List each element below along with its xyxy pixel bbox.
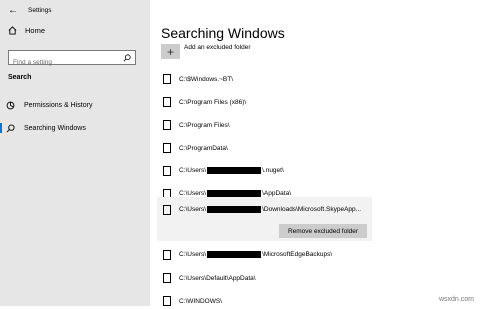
search-icon (6, 123, 18, 133)
folder-path: C:\ProgramData\ (179, 144, 228, 152)
folder-item[interactable]: C:\ProgramData\ (157, 140, 372, 156)
folder-icon (163, 205, 171, 215)
add-excluded-folder[interactable]: + Add an excluded folder (161, 44, 251, 59)
search-icon[interactable] (123, 54, 131, 62)
folder-icon (163, 120, 171, 130)
folder-path: C:\Program Files\ (179, 121, 230, 129)
home-label: Home (25, 26, 46, 35)
sidebar-item-label: Searching Windows (24, 124, 86, 132)
find-setting-search (8, 50, 136, 69)
folder-item[interactable]: C:\Users\ \.nuget\ (157, 163, 372, 179)
sidebar-item-permissions[interactable]: Permissions & History (0, 97, 150, 113)
folder-icon (163, 296, 171, 306)
permissions-icon (6, 101, 18, 110)
home-icon (8, 26, 17, 35)
folder-item[interactable]: C:\Program Files (x86)\ (157, 94, 372, 110)
watermark: wsxdn.com (438, 296, 474, 303)
redaction-bar (207, 251, 262, 259)
redaction-bar (207, 206, 262, 214)
folder-icon (163, 273, 171, 283)
folder-icon (163, 166, 171, 176)
add-excluded-folder-label: Add an excluded folder (184, 44, 251, 51)
home-nav[interactable]: Home (8, 26, 45, 35)
folder-path: C:\Users\ \Downloads\Microsoft.SkypeApp..… (179, 206, 362, 214)
folder-item[interactable]: C:\Program Files\ (157, 117, 372, 133)
folder-path: C:\Program Files (x86)\ (179, 98, 247, 106)
folder-path: C:\Users\Default\AppData\ (179, 274, 256, 282)
title-bar: ← Settings (8, 5, 52, 16)
remove-excluded-folder-button[interactable]: Remove excluded folder (279, 224, 367, 238)
section-title: Search (8, 74, 32, 81)
folder-item[interactable]: C:\$Windows.~BT\ (157, 71, 372, 87)
window-title: Settings (28, 7, 52, 14)
folder-item[interactable]: C:\WINDOWS\ (157, 293, 372, 309)
folder-icon (163, 74, 171, 84)
folder-item[interactable]: C:\Users\ \MicrosoftEdgeBackups\ (157, 247, 372, 263)
find-setting-input[interactable] (9, 56, 123, 69)
sidebar-item-searching-windows[interactable]: Searching Windows (0, 120, 150, 136)
page-title: Searching Windows (161, 25, 285, 41)
folder-path: C:\Users\ \.nuget\ (179, 167, 284, 175)
sidebar-item-label: Permissions & History (24, 101, 93, 109)
folder-path: C:\$Windows.~BT\ (179, 75, 234, 83)
add-icon[interactable]: + (161, 44, 180, 59)
folder-path: C:\Users\ \MicrosoftEdgeBackups\ (179, 251, 333, 259)
folder-path: C:\WINDOWS\ (179, 297, 222, 305)
main-content: Searching Windows + Add an excluded fold… (150, 0, 480, 306)
back-arrow-icon[interactable]: ← (8, 5, 20, 16)
redaction-bar (207, 167, 262, 175)
folder-icon (163, 143, 171, 153)
folder-item[interactable]: C:\Users\Default\AppData\ (157, 270, 372, 286)
sidebar: ← Settings Home Search Permissions & His… (0, 0, 150, 306)
folder-icon (163, 250, 171, 260)
folder-icon (163, 97, 171, 107)
